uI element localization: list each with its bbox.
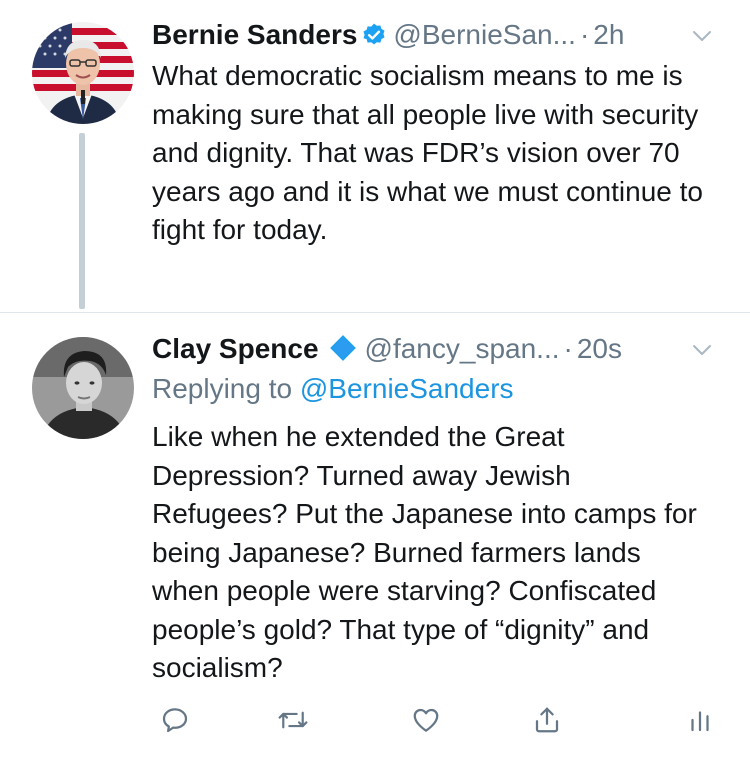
retweet-button[interactable] [273,700,313,740]
analytics-icon [691,711,709,732]
dot-separator: · [579,19,590,50]
replying-to-label: Replying to [152,373,293,404]
diamond-badge-icon [329,334,357,370]
tweet-header: Clay Spence @fancy_span... · 20s [152,332,622,370]
reply-icon [162,708,188,733]
like-icon [413,708,439,732]
tweet-timestamp[interactable]: 2h [593,19,624,50]
tweet-header: Bernie Sanders @BernieSan... · 2h [152,18,624,56]
replying-to-mention[interactable]: @BernieSanders [300,373,514,404]
share-icon [535,707,559,733]
thread-connector-line [79,133,85,309]
author-name[interactable]: Clay Spence [152,333,319,364]
avatar-clay-spence[interactable] [32,337,134,439]
author-name[interactable]: Bernie Sanders [152,19,357,50]
dot-separator: · [563,333,573,364]
avatar-image [32,22,134,124]
chevron-down-icon[interactable] [690,24,714,48]
retweet-icon [278,711,308,729]
reply-button[interactable] [155,700,195,740]
author-handle[interactable]: @BernieSan... [393,19,576,50]
tweet-original[interactable]: Bernie Sanders @BernieSan... · 2h What demo… [0,0,750,312]
tweet-timestamp[interactable]: 20s [577,333,622,364]
share-button[interactable] [527,700,567,740]
analytics-button[interactable] [680,700,720,740]
chevron-down-icon[interactable] [690,338,714,362]
tweet-reply[interactable]: Clay Spence @fancy_span... · 20s Replying t… [0,313,750,762]
author-handle[interactable]: @fancy_span... [365,333,560,364]
verified-badge-icon [361,22,387,56]
tweet-text: What democratic socialism means to me is… [152,60,703,245]
avatar-bernie-sanders[interactable] [32,22,134,124]
tweet-action-bar [0,700,750,750]
replying-to-line: Replying to @BernieSanders [152,372,514,406]
avatar-image [32,337,134,439]
tweet-text: Like when he extended the Great Depressi… [152,421,697,683]
like-button[interactable] [406,700,446,740]
